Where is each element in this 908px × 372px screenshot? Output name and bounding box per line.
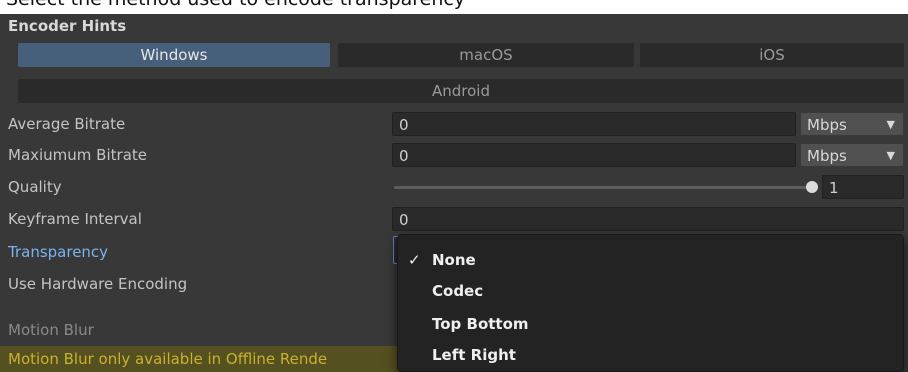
tab-windows[interactable]: Windows <box>18 43 330 67</box>
average-bitrate-unit: Mbps <box>807 116 847 134</box>
chevron-down-icon: ▼ <box>886 149 895 162</box>
help-tooltip-bar: Select the method used to encode transpa… <box>0 0 908 14</box>
quality-label: Quality <box>8 178 62 196</box>
hardware-encoding-label: Use Hardware Encoding <box>8 275 188 293</box>
quality-slider-track[interactable] <box>394 186 814 189</box>
help-text: Select the method used to encode transpa… <box>6 0 465 10</box>
tab-macos[interactable]: macOS <box>338 43 634 67</box>
menu-item-label: Codec <box>432 282 484 300</box>
quality-value-input[interactable]: 1 <box>822 175 904 199</box>
motion-blur-warning-text: Motion Blur only available in Offline Re… <box>8 350 328 368</box>
keyframe-interval-label: Keyframe Interval <box>8 210 142 228</box>
motion-blur-warning: Motion Blur only available in Offline Re… <box>0 346 400 372</box>
menu-item-label: Top Bottom <box>432 315 529 333</box>
maximum-bitrate-label: Maxiumum Bitrate <box>8 146 147 164</box>
maximum-bitrate-unit: Mbps <box>807 147 847 165</box>
menu-item-label: Left Right <box>432 346 516 364</box>
tab-android[interactable]: Android <box>18 79 904 103</box>
maximum-bitrate-unit-dropdown[interactable]: Mbps ▼ <box>800 143 904 167</box>
quality-slider-thumb[interactable] <box>806 181 818 193</box>
average-bitrate-unit-dropdown[interactable]: Mbps ▼ <box>800 112 904 136</box>
chevron-down-icon: ▼ <box>886 118 895 131</box>
tab-ios[interactable]: iOS <box>640 43 904 67</box>
menu-item-label: None <box>432 251 476 269</box>
motion-blur-title: Motion Blur <box>8 321 94 339</box>
menu-item-left-right[interactable]: Left Right <box>398 340 903 370</box>
transparency-label: Transparency <box>8 243 109 261</box>
transparency-menu: ✓ None Codec Top Bottom Left Right <box>397 234 904 372</box>
keyframe-interval-input[interactable]: 0 <box>392 207 904 231</box>
checkmark-icon: ✓ <box>408 251 421 269</box>
maximum-bitrate-input[interactable]: 0 <box>392 143 796 167</box>
encoder-hints-title: Encoder Hints <box>8 17 127 35</box>
menu-item-none[interactable]: ✓ None <box>398 245 903 275</box>
average-bitrate-input[interactable]: 0 <box>392 112 796 136</box>
average-bitrate-label: Average Bitrate <box>8 115 126 133</box>
menu-item-top-bottom[interactable]: Top Bottom <box>398 309 903 339</box>
menu-item-codec[interactable]: Codec <box>398 276 903 306</box>
